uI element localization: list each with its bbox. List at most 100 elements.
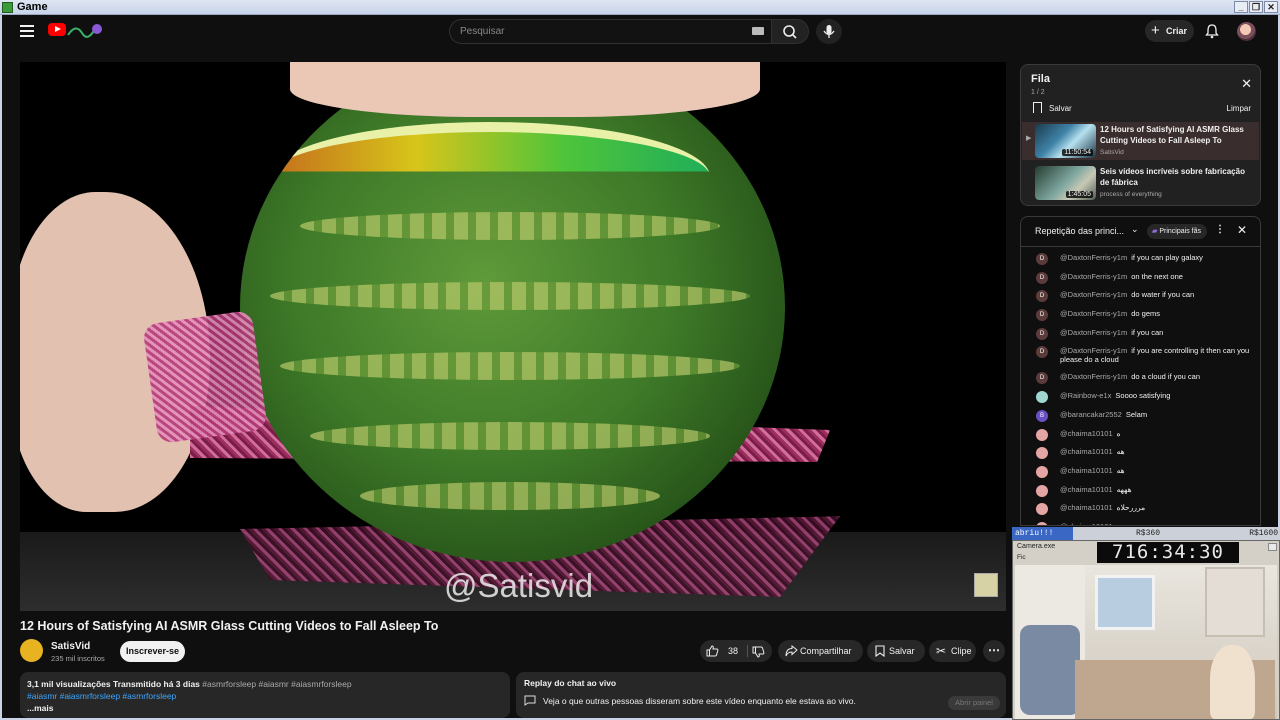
chat-author-avatar[interactable]: B — [1036, 409, 1048, 422]
chat-author-name[interactable]: @DaxtonFerris-y1m — [1060, 272, 1127, 281]
show-more-link[interactable]: ...mais — [27, 703, 53, 713]
chat-author-avatar[interactable] — [1036, 465, 1048, 478]
chat-replay-text: Veja o que outras pessoas disseram sobre… — [543, 695, 856, 706]
search-input[interactable]: Pesquisar — [449, 19, 771, 44]
queue-item-title[interactable]: Seis vídeos incríveis sobre fabricação d… — [1100, 166, 1252, 188]
queue-item[interactable]: 1:45:05 Seis vídeos incríveis sobre fabr… — [1022, 164, 1259, 202]
create-button[interactable]: + Criar — [1145, 20, 1194, 42]
chat-author-avatar[interactable] — [1036, 447, 1048, 460]
chat-author-name[interactable]: @barancakar2552 — [1060, 410, 1122, 419]
maximize-button[interactable]: ❐ — [1249, 1, 1263, 13]
thumbs-down-icon[interactable] — [752, 646, 765, 658]
chat-author-avatar[interactable] — [1036, 484, 1048, 497]
channel-name[interactable]: SatisVid — [51, 641, 90, 652]
camera-close-icon[interactable]: x — [1268, 543, 1277, 551]
chat-author-name[interactable]: @DaxtonFerris-y1m — [1060, 346, 1127, 355]
top-fans-label: Principais fãs — [1159, 228, 1201, 235]
chat-message: D @DaxtonFerris-y1m if you can — [1021, 324, 1260, 343]
chat-author-name[interactable]: @chaima10101 — [1060, 429, 1113, 438]
channel-avatar[interactable] — [20, 639, 43, 662]
description-box[interactable]: 3,1 mil visualizações Transmitido há 3 d… — [20, 672, 510, 718]
chat-message: @chaima10101ه — [1021, 518, 1260, 525]
youtube-logo[interactable] — [48, 23, 66, 36]
queue-clear-button[interactable]: Limpar — [1227, 104, 1251, 113]
keyboard-icon[interactable] — [752, 27, 764, 35]
chat-author-name[interactable]: @chaima10101 — [1060, 466, 1113, 475]
window-controls: _ ❐ ✕ — [1234, 1, 1278, 13]
chat-author-avatar[interactable] — [1036, 521, 1048, 525]
chat-author-name[interactable]: @chaima10101 — [1060, 503, 1113, 512]
chat-message-text: if you can — [1131, 327, 1164, 337]
save-button[interactable]: Salvar — [867, 640, 925, 662]
chat-message-text: Soooo satisfying — [1115, 391, 1171, 401]
like-divider — [747, 645, 748, 657]
doodle-logo[interactable] — [66, 21, 104, 39]
open-panel-button[interactable]: Abrir painel — [948, 696, 1000, 710]
subscribe-button[interactable]: Inscrever-se — [120, 641, 185, 662]
more-actions-button[interactable]: ⋯ — [983, 640, 1005, 662]
chat-mode-dropdown[interactable]: Repetição das princi... — [1035, 226, 1124, 236]
live-chat-panel: Repetição das princi... ⌄ ▰ Principais f… — [1020, 216, 1261, 526]
plus-icon: + — [1151, 22, 1160, 39]
queue-thumbnail[interactable]: 11:50:54 — [1035, 124, 1096, 158]
minimize-button[interactable]: _ — [1234, 1, 1248, 13]
thumbs-up-icon — [706, 645, 719, 657]
description-tags-1: #asmrforsleep #aiasmr #aiasmrforsleep — [202, 679, 352, 689]
chat-author-name[interactable]: @chaima10101 — [1060, 522, 1113, 525]
share-label: Compartilhar — [800, 646, 852, 656]
queue-thumbnail[interactable]: 1:45:05 — [1035, 166, 1096, 200]
menu-icon[interactable] — [20, 25, 34, 37]
chat-author-name[interactable]: @chaima10101 — [1060, 447, 1113, 456]
now-playing-icon: ▶ — [1026, 135, 1032, 142]
chat-author-avatar[interactable] — [1036, 391, 1048, 404]
chat-author-avatar[interactable]: D — [1036, 253, 1048, 265]
chat-author-avatar[interactable]: D — [1036, 271, 1048, 284]
chat-author-name[interactable]: @Rainbow-e1x — [1060, 391, 1111, 400]
chat-author-name[interactable]: @chaima10101 — [1060, 485, 1113, 494]
chat-author-avatar[interactable] — [1036, 428, 1048, 441]
chat-author-name[interactable]: @DaxtonFerris-y1m — [1060, 372, 1127, 381]
top-fans-chip[interactable]: ▰ Principais fãs — [1147, 224, 1207, 239]
chat-author-avatar[interactable]: D — [1036, 290, 1048, 303]
video-frame-top-hand — [290, 62, 760, 117]
chat-author-avatar[interactable] — [1036, 503, 1048, 516]
chat-author-avatar[interactable]: D — [1036, 346, 1048, 359]
channel-watermark-icon[interactable] — [974, 573, 998, 597]
chat-author-avatar[interactable]: D — [1036, 309, 1048, 322]
chat-replay-title: Replay do chat ao vivo — [524, 678, 617, 688]
share-button[interactable]: Compartilhar — [778, 640, 863, 662]
chat-icon — [524, 695, 536, 706]
chevron-down-icon[interactable]: ⌄ — [1131, 224, 1139, 235]
chat-more-icon[interactable]: ⋮ — [1215, 224, 1225, 235]
bookmark-icon[interactable] — [1033, 102, 1042, 113]
fan-badge-icon: ▰ — [1152, 228, 1158, 235]
clip-button[interactable]: ✂ Clipe — [929, 640, 976, 662]
video-player[interactable]: @Satisvid — [20, 62, 1006, 611]
notifications-bell-icon[interactable] — [1204, 23, 1220, 39]
search-button[interactable] — [771, 19, 809, 44]
description-tags-2[interactable]: #aiasmr #aiasmrforsleep #asmrforsleep — [27, 690, 503, 702]
user-avatar[interactable] — [1237, 22, 1256, 41]
subathon-timer: 716:34:30 — [1097, 542, 1239, 563]
chat-author-avatar[interactable]: D — [1036, 372, 1048, 385]
chat-message-text: هههه — [1116, 484, 1132, 494]
chat-message-text: do gems — [1131, 309, 1160, 319]
chat-author-name[interactable]: @DaxtonFerris-y1m — [1060, 253, 1127, 262]
queue-item-title[interactable]: 12 Hours of Satisfying AI ASMR Glass Cut… — [1100, 124, 1252, 146]
queue-item[interactable]: ▶ 11:50:54 12 Hours of Satisfying AI ASM… — [1022, 122, 1259, 160]
queue-save-button[interactable]: Salvar — [1049, 104, 1072, 113]
video-frame-knife-handle — [142, 309, 268, 445]
chat-author-name[interactable]: @DaxtonFerris-y1m — [1060, 309, 1127, 318]
chat-message: @chaima10101 هه — [1021, 462, 1260, 481]
webcam-feed — [1015, 565, 1277, 719]
search-icon — [783, 25, 797, 39]
voice-search-button[interactable] — [816, 19, 842, 44]
chat-author-name[interactable]: @DaxtonFerris-y1m — [1060, 290, 1127, 299]
chat-close-icon[interactable]: ✕ — [1237, 223, 1247, 237]
chat-author-avatar[interactable]: D — [1036, 327, 1048, 340]
video-title: 12 Hours of Satisfying AI ASMR Glass Cut… — [20, 619, 439, 633]
chat-message: @chaima10101ه — [1021, 425, 1260, 444]
queue-close-icon[interactable]: ✕ — [1241, 76, 1252, 92]
close-window-button[interactable]: ✕ — [1264, 1, 1278, 13]
chat-author-name[interactable]: @DaxtonFerris-y1m — [1060, 328, 1127, 337]
